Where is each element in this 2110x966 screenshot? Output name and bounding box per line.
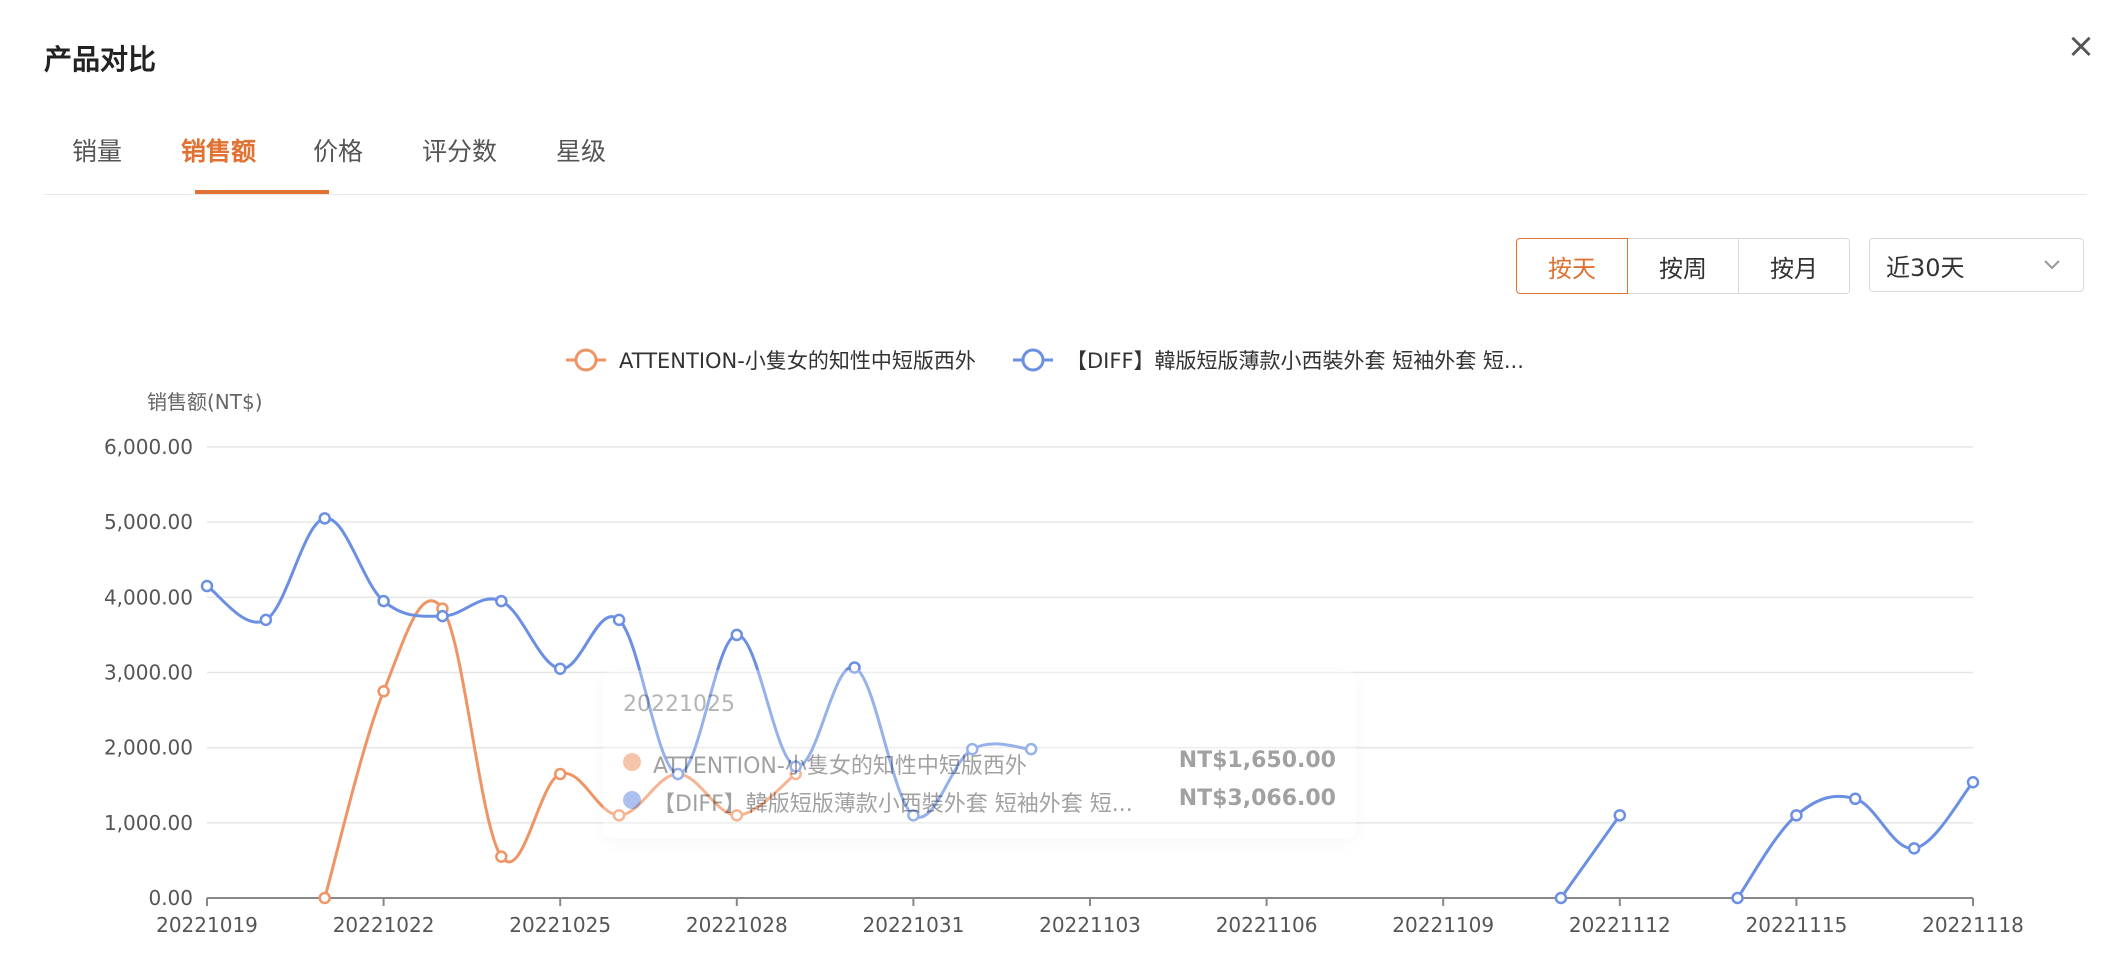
modal-title: 产品对比 bbox=[44, 43, 157, 76]
y-axis-title: 销售额(NT$) bbox=[147, 390, 263, 414]
sales-line-chart: ATTENTION-小隻女的知性中短版西外 【DIFF】韓版短版薄款小西裝外套 … bbox=[104, 348, 2024, 937]
data-point[interactable] bbox=[1966, 775, 1980, 789]
chart-tooltip: 20221025 ATTENTION-小隻女的知性中短版西外 NT$1,650.… bbox=[603, 670, 1356, 838]
tab-sales-volume[interactable]: 销量 bbox=[72, 132, 122, 190]
granularity-toggle: 按天 按周 按月 bbox=[1516, 238, 1850, 294]
y-tick-label: 3,000.00 bbox=[104, 661, 193, 685]
x-tick-label: 20221109 bbox=[1392, 913, 1494, 937]
product-compare-modal: 产品对比 × 销量 销售额 价格 评分数 星级 按天 按周 按月 近30天 AT… bbox=[0, 0, 2110, 966]
data-point[interactable] bbox=[495, 850, 508, 863]
data-point[interactable] bbox=[495, 594, 508, 608]
metric-tabs: 销量 销售额 价格 评分数 星级 bbox=[44, 118, 2087, 195]
legend-label-attention: ATTENTION-小隻女的知性中短版西外 bbox=[619, 349, 976, 373]
data-point[interactable] bbox=[1554, 891, 1568, 905]
tooltip-dot-diff bbox=[623, 791, 641, 809]
chart-legend: ATTENTION-小隻女的知性中短版西外 【DIFF】韓版短版薄款小西裝外套 … bbox=[566, 348, 1524, 373]
tooltip-date: 20221025 bbox=[623, 692, 735, 717]
data-point[interactable] bbox=[730, 628, 744, 642]
data-point[interactable] bbox=[553, 767, 567, 781]
tooltip-name-attention: ATTENTION-小隻女的知性中短版西外 bbox=[653, 754, 1027, 779]
data-point[interactable] bbox=[318, 891, 331, 905]
legend-label-diff: 【DIFF】韓版短版薄款小西裝外套 短袖外套 短... bbox=[1066, 349, 1524, 373]
data-point[interactable] bbox=[1849, 792, 1862, 806]
by-day-button[interactable]: 按天 bbox=[1516, 238, 1628, 294]
data-point[interactable] bbox=[1907, 842, 1921, 855]
legend-item-diff[interactable]: 【DIFF】韓版短版薄款小西裝外套 短袖外套 短... bbox=[1013, 348, 1524, 373]
y-tick-label: 4,000.00 bbox=[104, 585, 193, 609]
x-tick-label: 20221115 bbox=[1746, 913, 1848, 937]
date-range-select[interactable]: 近30天 bbox=[1869, 238, 2084, 292]
tooltip-name-diff: 【DIFF】韓版短版薄款小西裝外套 短袖外套 短... bbox=[653, 792, 1133, 817]
data-point[interactable] bbox=[553, 662, 567, 675]
tooltip-row-diff: 【DIFF】韓版短版薄款小西裝外套 短袖外套 短... NT$3,066.00 bbox=[623, 786, 1336, 817]
tab-sales-amount[interactable]: 销售额 bbox=[181, 132, 256, 190]
data-point[interactable] bbox=[612, 613, 626, 627]
y-tick-label: 1,000.00 bbox=[104, 811, 193, 835]
x-tick-label: 20221028 bbox=[686, 913, 788, 937]
legend-item-attention[interactable]: ATTENTION-小隻女的知性中短版西外 bbox=[566, 348, 976, 373]
by-week-button[interactable]: 按周 bbox=[1627, 238, 1739, 294]
y-tick-label: 0.00 bbox=[148, 886, 193, 910]
date-range-value: 近30天 bbox=[1886, 253, 1965, 282]
active-tab-indicator bbox=[195, 190, 329, 194]
x-tick-label: 20221106 bbox=[1216, 913, 1318, 937]
data-point[interactable] bbox=[1790, 809, 1803, 822]
x-tick-label: 20221025 bbox=[509, 913, 611, 937]
x-tick-label: 20221103 bbox=[1039, 913, 1141, 937]
data-point[interactable] bbox=[436, 609, 449, 623]
chevron-down-icon bbox=[2044, 260, 2060, 270]
data-point[interactable] bbox=[1613, 809, 1627, 822]
tab-star-level[interactable]: 星级 bbox=[556, 132, 606, 190]
data-point[interactable] bbox=[1731, 891, 1744, 905]
tooltip-value-attention: NT$1,650.00 bbox=[1178, 748, 1336, 773]
x-tick-label: 20221112 bbox=[1569, 913, 1671, 937]
x-tick-label: 20221031 bbox=[863, 913, 965, 937]
y-tick-label: 2,000.00 bbox=[104, 736, 193, 760]
tooltip-dot-attention bbox=[623, 753, 641, 771]
y-tick-label: 5,000.00 bbox=[104, 510, 193, 534]
data-point[interactable] bbox=[200, 579, 214, 593]
by-month-button[interactable]: 按月 bbox=[1738, 238, 1850, 294]
x-tick-label: 20221118 bbox=[1922, 913, 2024, 937]
x-tick-label: 20221022 bbox=[333, 913, 435, 937]
x-tick-label: 20221019 bbox=[156, 913, 258, 937]
data-point[interactable] bbox=[318, 512, 331, 525]
close-icon[interactable]: × bbox=[2066, 28, 2096, 64]
data-point[interactable] bbox=[377, 685, 390, 698]
tab-price[interactable]: 价格 bbox=[313, 132, 363, 190]
data-point[interactable] bbox=[377, 594, 390, 608]
y-tick-label: 6,000.00 bbox=[104, 435, 193, 459]
series-line bbox=[1559, 814, 1622, 899]
tooltip-value-diff: NT$3,066.00 bbox=[1178, 786, 1336, 811]
tab-rating-count[interactable]: 评分数 bbox=[422, 132, 497, 190]
data-point[interactable] bbox=[259, 613, 273, 627]
tooltip-row-attention: ATTENTION-小隻女的知性中短版西外 NT$1,650.00 bbox=[623, 748, 1336, 779]
